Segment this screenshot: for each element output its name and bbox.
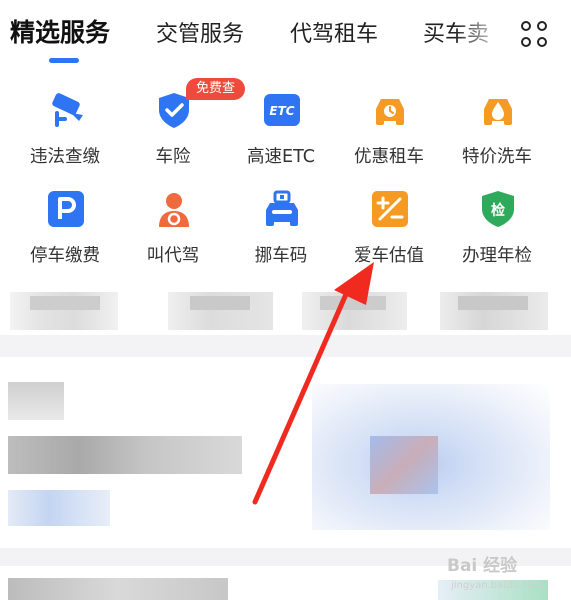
car-key-icon: [376, 99, 404, 125]
tab-featured-services[interactable]: 精选服务: [10, 16, 110, 50]
parking-icon: [48, 191, 84, 227]
etc-icon: ETC: [264, 94, 300, 126]
tab-overflow-fade: [455, 10, 515, 60]
grid-menu-icon[interactable]: [521, 21, 551, 51]
svg-text:检: 检: [491, 202, 505, 219]
tab-bar: 精选服务 交管服务 代驾租车 买车卖: [0, 0, 571, 70]
free-check-badge: 免费查: [186, 78, 246, 100]
baidu-watermark-text: Bai 经验: [447, 556, 518, 576]
camera-icon: [52, 93, 83, 127]
tab-driver-rental[interactable]: 代驾租车: [290, 18, 378, 52]
driver-icon: [159, 193, 189, 227]
car-wash-icon: [484, 99, 512, 125]
qr-car-icon: [266, 190, 298, 226]
tab-traffic-services[interactable]: 交管服务: [156, 18, 244, 52]
svg-text:ETC: ETC: [269, 104, 294, 118]
baidu-watermark-url: jingyan.baidu.com: [451, 580, 544, 591]
active-tab-indicator: [49, 58, 79, 63]
calculator-icon: [372, 191, 408, 227]
inspection-shield-icon: 检: [482, 191, 514, 227]
